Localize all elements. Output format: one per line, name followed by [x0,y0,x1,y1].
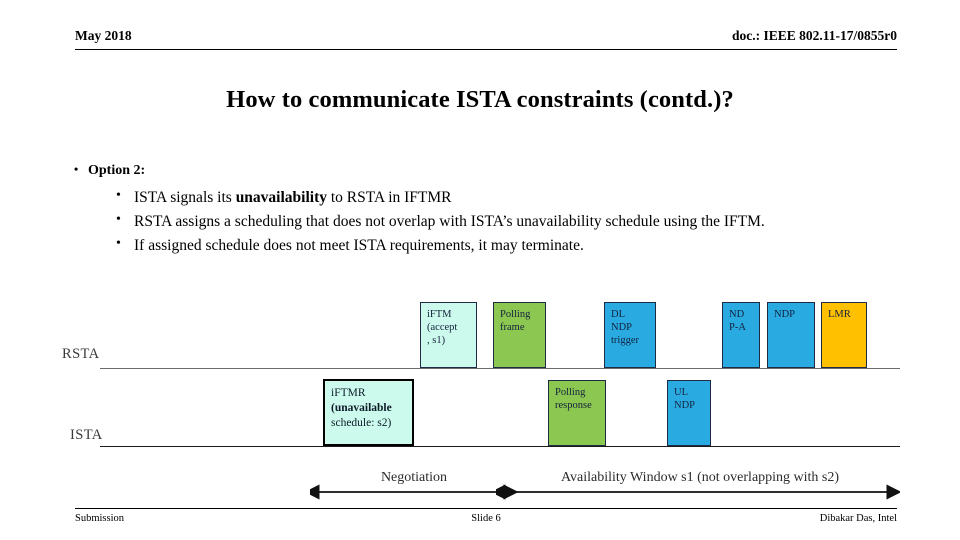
msg-box-polling-response[interactable]: Polling response [548,380,606,446]
msg-box-iftmr-unavailable-s2[interactable]: iFTMR (unavailable schedule: s2) [323,379,414,446]
slide-footer: Submission Slide 6 Dibakar Das, Intel [75,508,897,530]
bullet-option-2-label: Option 2: [88,163,146,178]
sequence-diagram: RSTA ISTA iFTM (accept , s1) Polling fra… [0,0,960,540]
msg-box-polling-frame[interactable]: Polling frame [493,302,546,368]
msg-box-ul-ndp[interactable]: UL NDP [667,380,711,446]
footer-author: Dibakar Das, Intel [819,513,897,524]
footer-slide-number: Slide 6 [471,513,501,524]
msg-line: , s1) [427,335,446,347]
msg-box-ndp-a[interactable]: ND P-A [722,302,760,368]
msg-box-dl-ndp-trigger[interactable]: DL NDP trigger [604,302,656,368]
msg-line: NDP [774,309,796,320]
msg-line: Polling [500,309,531,320]
bullet-option-2: Option 2: [68,160,898,181]
msg-line: schedule: s2) [331,416,392,429]
sub-bullet-2-text: RSTA assigns a scheduling that does not … [134,213,765,231]
msg-line: ND [729,309,745,320]
footer-submission: Submission [75,513,125,524]
header-doc-number: doc.: IEEE 802.11-17/0855r0 [731,28,897,43]
msg-line: UL [674,387,688,398]
timeline-label-ista: ISTA [70,427,103,443]
sub-bullet-1-bold: unavailability [235,189,327,206]
sub-bullet-1: ISTA signals its unavailability to RSTA … [112,186,898,208]
sub-bullet-1-post: to RSTA in IFTMR [327,189,452,206]
msg-line: iFTMR [331,387,366,399]
header-divider [75,49,897,50]
msg-box-iftm-accept-s1[interactable]: iFTM (accept , s1) [420,302,477,368]
msg-line: LMR [828,309,851,320]
msg-box-lmr[interactable]: LMR [821,302,867,368]
msg-line: P-A [729,322,746,334]
span-arrow-availability-window [496,484,900,500]
span-arrow-negotiation [310,484,519,500]
timeline-label-rsta: RSTA [62,346,100,362]
timeline-rsta [100,368,900,369]
msg-box-ndp[interactable]: NDP [767,302,815,368]
header-date: May 2018 [75,28,132,43]
msg-line: response [555,400,592,412]
sub-bullet-3-text: If assigned schedule does not meet ISTA … [134,237,584,255]
msg-line: DL [611,309,625,320]
sub-bullet-list: ISTA signals its unavailability to RSTA … [68,186,898,257]
slide-header: May 2018 doc.: IEEE 802.11-17/0855r0 [75,28,897,52]
msg-line: (accept [427,322,458,334]
msg-line: iFTM [427,309,452,320]
msg-line: (unavailable [331,401,392,414]
msg-line: frame [500,322,525,334]
msg-line: Polling [555,387,586,398]
bullet-list: Option 2: ISTA signals its unavailabilit… [68,160,898,260]
page-title: How to communicate ISTA constraints (con… [226,86,734,113]
msg-line: NDP [674,400,696,412]
sub-bullet-3: If assigned schedule does not meet ISTA … [112,234,898,256]
footer-divider [75,508,897,509]
timeline-ista [100,446,900,447]
msg-line: NDP [611,322,633,334]
sub-bullet-2: RSTA assigns a scheduling that does not … [112,210,898,232]
sub-bullet-1-pre: ISTA signals its [134,189,236,206]
msg-line: trigger [611,335,639,347]
